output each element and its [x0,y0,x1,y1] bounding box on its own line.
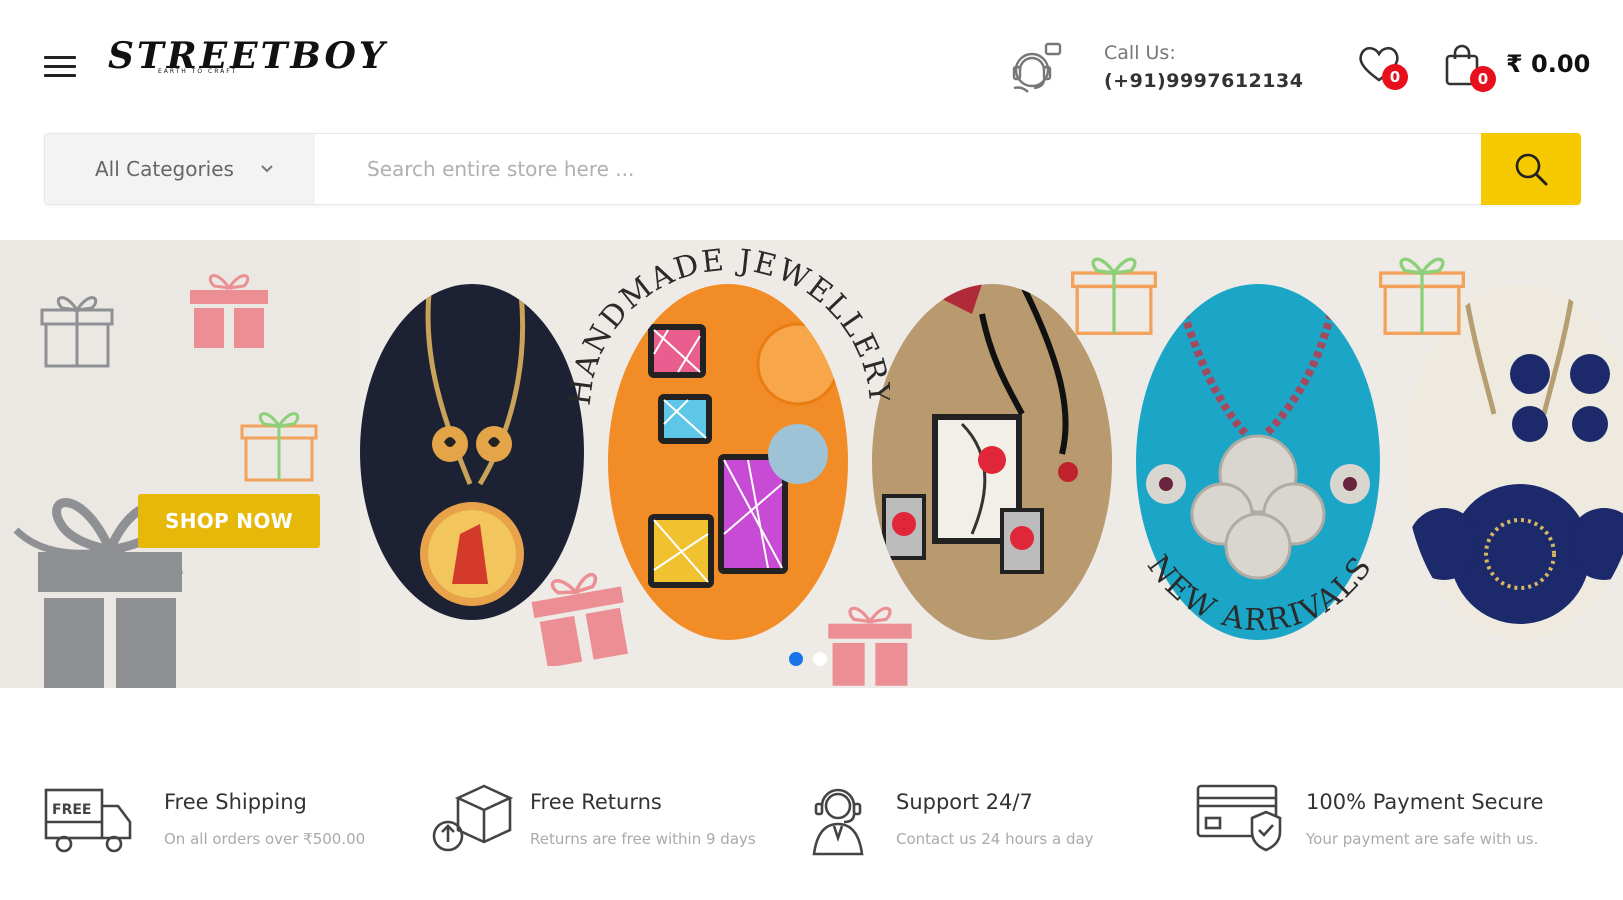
hero-heading-bottom: NEW ARRIVALS [1140,549,1380,638]
feature-title: Free Returns [530,790,662,814]
feature-secure-payment: 100% Payment Secure Your payment are saf… [1196,770,1596,870]
search-bar: All Categories [44,133,1581,205]
hero-heading-top: HANDMADE JEWELLERY [563,243,890,407]
feature-desc: On all orders over ₹500.00 [164,830,366,848]
chevron-down-icon [261,165,273,173]
search-input[interactable] [315,134,1481,204]
call-us-label: Call Us: [1104,42,1176,64]
gift-green-icon [240,412,318,482]
feature-desc: Your payment are safe with us. [1306,830,1539,848]
svg-text:FREE: FREE [52,802,91,818]
site-header: STREETBOY EARTH TO CRAFT Call Us: (+91)9… [0,0,1623,130]
feature-desc: Returns are free within 9 days [530,830,756,848]
secure-payment-card-icon [1196,784,1282,852]
features-strip: FREE Free Shipping On all orders over ₹5… [0,770,1623,880]
feature-free-shipping: FREE Free Shipping On all orders over ₹5… [44,770,404,870]
gift-pink-icon-3 [828,606,912,686]
menu-icon[interactable] [44,56,76,78]
feature-support: Support 24/7 Contact us 24 hours a day [804,770,1164,870]
search-icon [1515,153,1548,186]
support-headset-icon [1006,40,1066,98]
returns-box-icon [432,784,514,852]
gift-pink-icon-2 [531,572,628,666]
cart-button[interactable]: 0 [1444,44,1500,94]
search-button[interactable] [1481,133,1581,205]
svg-text:NEW ARRIVALS: NEW ARRIVALS [1140,549,1380,638]
carousel-dot-2[interactable] [813,652,827,666]
free-shipping-truck-icon: FREE [44,788,132,853]
shop-now-button[interactable]: SHOP NOW [138,494,320,548]
category-select-label: All Categories [95,157,234,181]
wishlist-button[interactable]: 0 [1356,44,1412,94]
wishlist-count-badge: 0 [1382,64,1408,90]
feature-desc: Contact us 24 hours a day [896,830,1094,848]
gift-orange-icon-2 [1379,257,1465,335]
feature-title: 100% Payment Secure [1306,790,1544,814]
gift-pink-icon [190,274,268,348]
category-select[interactable]: All Categories [45,134,315,204]
cart-count-badge: 0 [1470,66,1496,92]
logo-tagline: EARTH TO CRAFT [158,68,238,75]
call-us-number[interactable]: (+91)9997612134 [1104,70,1303,92]
gift-outline-icon [40,296,114,368]
svg-text:HANDMADE JEWELLERY: HANDMADE JEWELLERY [563,243,890,407]
site-logo[interactable]: STREETBOY EARTH TO CRAFT [108,36,385,86]
gift-orange-icon [1071,257,1157,335]
support-agent-icon [812,788,864,856]
feature-title: Support 24/7 [896,790,1033,814]
feature-title: Free Shipping [164,790,307,814]
feature-free-returns: Free Returns Returns are free within 9 d… [428,770,788,870]
carousel-dot-1[interactable] [789,652,803,666]
hero-banner[interactable]: SHOP NOW HANDMADE JEWELLE NEW ARRIVALS [0,240,1623,688]
cart-total[interactable]: ₹ 0.00 [1506,50,1590,78]
